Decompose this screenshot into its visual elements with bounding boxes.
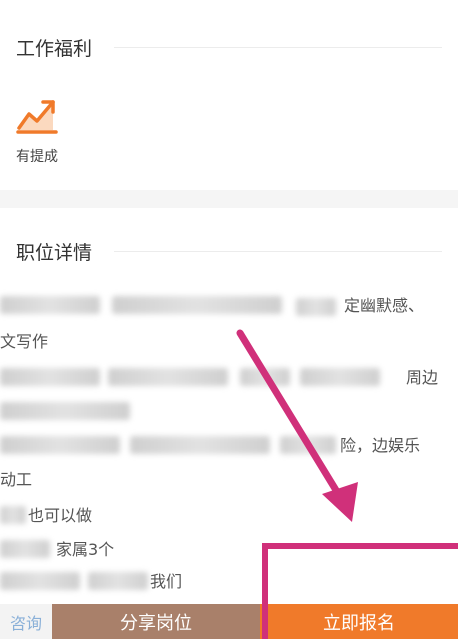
benefit-commission: 有提成 <box>10 96 64 166</box>
description-line: 动工 <box>0 470 33 489</box>
job-detail-page: 工作福利 有提成 职位详情 定幽默感、 文写作 周边 险，边娱乐 动工 也可以做… <box>0 0 458 639</box>
blurred-text <box>0 572 80 590</box>
bottom-action-bar: 咨询 分享岗位 立即报名 <box>0 604 458 639</box>
detail-title: 职位详情 <box>16 242 93 264</box>
blurred-text <box>0 368 100 386</box>
share-position-button[interactable]: 分享岗位 <box>52 604 260 639</box>
consult-button[interactable]: 咨询 <box>0 604 52 639</box>
description-line: 文写作 <box>0 332 49 351</box>
description-line: 定幽默感、 <box>344 296 425 315</box>
blurred-text <box>112 296 282 314</box>
blurred-text <box>0 402 130 420</box>
apply-now-button[interactable]: 立即报名 <box>260 604 458 639</box>
benefit-label: 有提成 <box>16 149 58 165</box>
description-line: 周边 <box>406 368 439 387</box>
detail-header: 职位详情 <box>16 238 442 265</box>
blurred-text <box>240 368 290 386</box>
job-description: 定幽默感、 文写作 周边 险，边娱乐 动工 也可以做 家属3个 我们 <box>0 290 458 600</box>
blurred-text <box>88 572 148 590</box>
trend-chart-icon <box>16 100 58 134</box>
description-line: 也可以做 <box>28 506 93 525</box>
blurred-text <box>0 436 120 454</box>
blurred-text <box>0 506 26 524</box>
description-line: 家属3个 <box>56 540 115 559</box>
blurred-text <box>108 368 228 386</box>
blurred-text <box>130 436 270 454</box>
blurred-text <box>296 298 336 316</box>
description-line: 我们 <box>150 572 183 591</box>
welfare-header: 工作福利 <box>16 34 442 61</box>
detail-divider <box>114 251 442 252</box>
welfare-title: 工作福利 <box>16 38 93 60</box>
blurred-text <box>300 368 380 386</box>
welfare-divider <box>114 47 442 48</box>
blurred-text <box>280 436 336 454</box>
blurred-text <box>0 540 50 558</box>
description-line: 险，边娱乐 <box>340 436 421 455</box>
welfare-card: 工作福利 有提成 <box>0 0 458 190</box>
blurred-text <box>0 296 100 314</box>
